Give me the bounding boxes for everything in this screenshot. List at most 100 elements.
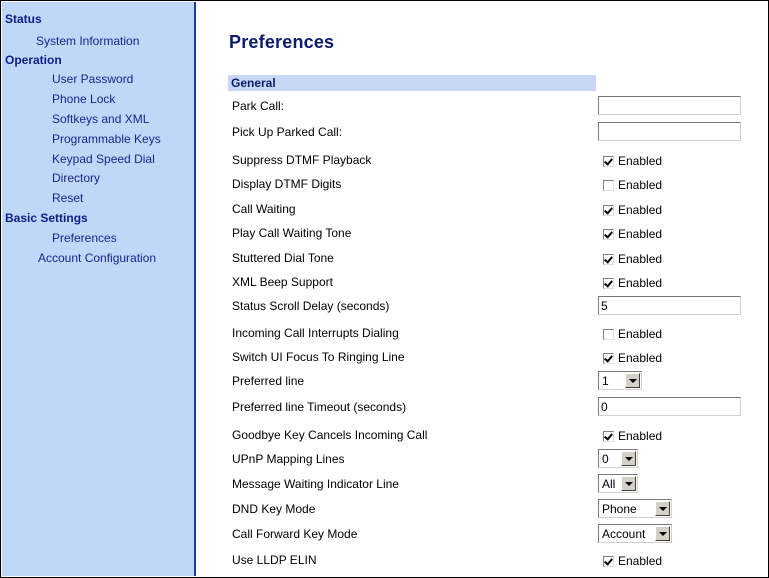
upnp-mapping-lines-select[interactable]: 0 [598, 449, 638, 468]
xml-beep-support-toggle[interactable]: Enabled [603, 276, 662, 290]
nav-item-phone-lock[interactable]: Phone Lock [52, 92, 115, 106]
checkbox-label: Enabled [618, 429, 663, 443]
nav-item-softkeys-and-xml[interactable]: Softkeys and XML [52, 112, 149, 126]
call-waiting-toggle[interactable]: Enabled [603, 203, 662, 217]
row-label: Call Waiting [232, 202, 296, 216]
preferred-line-timeout-input[interactable] [598, 397, 741, 416]
checkbox-label: Enabled [618, 154, 663, 168]
checkbox[interactable] [603, 253, 614, 265]
row-xml-beep-support: XML Beep Support Enabled [198, 272, 767, 297]
row-call-waiting: Call Waiting Enabled [198, 199, 767, 224]
nav-item-keypad-speed-dial[interactable]: Keypad Speed Dial [52, 152, 155, 166]
row-label: Switch UI Focus To Ringing Line [232, 350, 405, 364]
main-content: Preferences General Park Call: Pick Up P… [198, 2, 767, 576]
page-title: Preferences [229, 32, 335, 52]
nav-item-account-configuration[interactable]: Account Configuration [38, 251, 156, 265]
checkbox-label: Enabled [618, 178, 663, 192]
row-preferred-line: Preferred line 1 [198, 371, 767, 396]
row-preferred-line-timeout: Preferred line Timeout (seconds) [198, 397, 767, 422]
checkbox[interactable] [603, 430, 614, 442]
row-upnp-mapping-lines: UPnP Mapping Lines 0 [198, 449, 767, 474]
chevron-down-icon[interactable] [621, 451, 636, 466]
row-label: Use LLDP ELIN [232, 553, 317, 567]
row-label: UPnP Mapping Lines [232, 452, 345, 466]
row-label: Stuttered Dial Tone [232, 251, 334, 265]
suppress-dtmf-playback-toggle[interactable]: Enabled [603, 154, 662, 168]
row-stuttered-dial-tone: Stuttered Dial Tone Enabled [198, 248, 767, 273]
row-status-scroll-delay: Status Scroll Delay (seconds) [198, 296, 767, 321]
row-label: Suppress DTMF Playback [232, 153, 372, 167]
chevron-down-icon[interactable] [625, 373, 640, 388]
checkbox[interactable] [603, 155, 614, 167]
row-play-call-waiting-tone: Play Call Waiting Tone Enabled [198, 223, 767, 248]
status-scroll-delay-input[interactable] [598, 296, 741, 315]
row-label: Park Call: [232, 99, 285, 113]
chevron-down-icon[interactable] [621, 476, 636, 491]
row-use-lldp-elin: Use LLDP ELIN Enabled [198, 550, 767, 575]
call-forward-key-mode-select[interactable]: Account [598, 524, 672, 543]
row-label: Call Forward Key Mode [232, 527, 358, 541]
sidebar-nav: Status System Information Operation User… [2, 2, 196, 576]
row-park-call: Park Call: [198, 96, 767, 121]
play-call-waiting-tone-toggle[interactable]: Enabled [603, 227, 662, 241]
checkbox-label: Enabled [618, 351, 663, 365]
row-label: Play Call Waiting Tone [232, 226, 352, 240]
row-suppress-dtmf-playback: Suppress DTMF Playback Enabled [198, 150, 767, 175]
row-dnd-key-mode: DND Key Mode Phone [198, 499, 767, 524]
page-frame: Status System Information Operation User… [0, 0, 769, 578]
select-value: Phone [602, 502, 637, 516]
checkbox-label: Enabled [618, 227, 663, 241]
row-incoming-call-interrupts-dialing: Incoming Call Interrupts Dialing Enabled [198, 323, 767, 348]
nav-item-system-information[interactable]: System Information [36, 34, 139, 48]
chevron-down-icon[interactable] [655, 526, 670, 541]
row-label: XML Beep Support [232, 275, 333, 289]
select-value: All [602, 477, 616, 491]
row-label: DND Key Mode [232, 502, 316, 516]
row-label: Incoming Call Interrupts Dialing [232, 326, 399, 340]
checkbox[interactable] [603, 352, 614, 364]
use-lldp-elin-toggle[interactable]: Enabled [603, 554, 662, 568]
row-display-dtmf-digits: Display DTMF Digits Enabled [198, 174, 767, 199]
message-waiting-indicator-select[interactable]: All [598, 474, 638, 493]
switch-ui-focus-toggle[interactable]: Enabled [603, 351, 662, 365]
checkbox[interactable] [603, 328, 614, 340]
select-value: 1 [602, 374, 609, 388]
incoming-call-interrupts-dialing-toggle[interactable]: Enabled [603, 327, 662, 341]
pick-up-parked-call-input[interactable] [598, 122, 741, 141]
stuttered-dial-tone-toggle[interactable]: Enabled [603, 252, 662, 266]
preferred-line-select[interactable]: 1 [598, 371, 642, 390]
checkbox[interactable] [603, 179, 614, 191]
row-switch-ui-focus: Switch UI Focus To Ringing Line Enabled [198, 347, 767, 372]
row-label: Message Waiting Indicator Line [232, 477, 399, 491]
row-label: Goodbye Key Cancels Incoming Call [232, 428, 428, 442]
row-message-waiting-indicator: Message Waiting Indicator Line All [198, 474, 767, 499]
chevron-down-icon[interactable] [655, 501, 670, 516]
nav-item-directory[interactable]: Directory [52, 171, 100, 185]
row-label: Preferred line Timeout (seconds) [232, 400, 407, 414]
nav-section-basic-settings: Basic Settings [5, 211, 88, 225]
row-goodbye-key-cancels: Goodbye Key Cancels Incoming Call Enable… [198, 425, 767, 450]
row-label: Display DTMF Digits [232, 177, 342, 191]
goodbye-key-cancels-toggle[interactable]: Enabled [603, 429, 662, 443]
park-call-input[interactable] [598, 96, 741, 115]
checkbox-label: Enabled [618, 203, 663, 217]
nav-item-preferences[interactable]: Preferences [52, 231, 117, 245]
checkbox[interactable] [603, 204, 614, 216]
nav-item-programmable-keys[interactable]: Programmable Keys [52, 132, 161, 146]
nav-section-status: Status [5, 12, 42, 26]
dnd-key-mode-select[interactable]: Phone [598, 499, 672, 518]
checkbox-label: Enabled [618, 554, 663, 568]
nav-item-reset[interactable]: Reset [52, 191, 83, 205]
checkbox[interactable] [603, 555, 614, 567]
display-dtmf-digits-toggle[interactable]: Enabled [603, 178, 662, 192]
checkbox[interactable] [603, 228, 614, 240]
row-label: Pick Up Parked Call: [232, 125, 343, 139]
row-label: Status Scroll Delay (seconds) [232, 299, 390, 313]
checkbox[interactable] [603, 277, 614, 289]
row-pick-up-parked-call: Pick Up Parked Call: [198, 122, 767, 147]
checkbox-label: Enabled [618, 252, 663, 266]
select-value: Account [602, 527, 646, 541]
checkbox-label: Enabled [618, 276, 663, 290]
nav-item-user-password[interactable]: User Password [52, 72, 133, 86]
section-header-general: General [228, 75, 596, 91]
